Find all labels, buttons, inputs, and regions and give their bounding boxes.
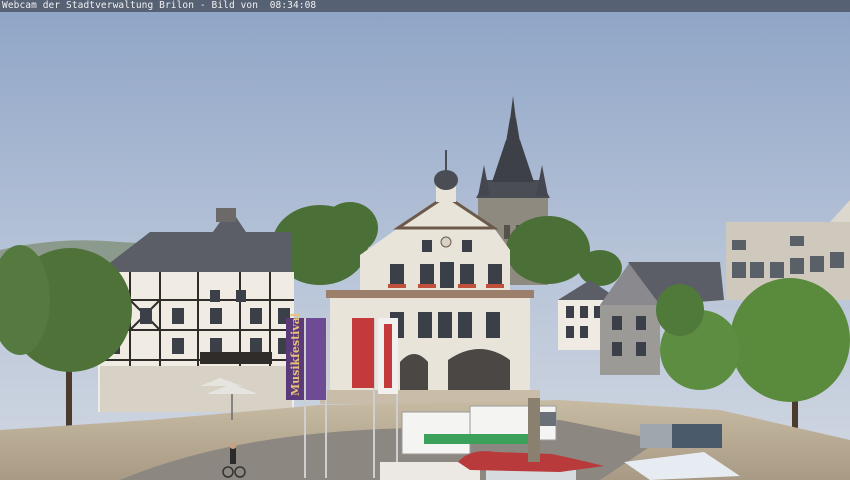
banner-musikfestival-text: Musikfestival — [289, 313, 302, 396]
webcam-caption: Webcam der Stadtverwaltung Brilon - Bild… — [2, 0, 317, 11]
webcam-view: Musikfestival Webcam der Stadtverwaltung… — [0, 0, 850, 480]
webcam-caption-bar: Webcam der Stadtverwaltung Brilon - Bild… — [0, 0, 850, 12]
banner-purple — [306, 318, 326, 400]
statue — [528, 398, 540, 462]
town-square-scene: Musikfestival — [0, 0, 850, 480]
banner-white-stripe — [384, 324, 392, 388]
banner-red — [352, 318, 374, 388]
